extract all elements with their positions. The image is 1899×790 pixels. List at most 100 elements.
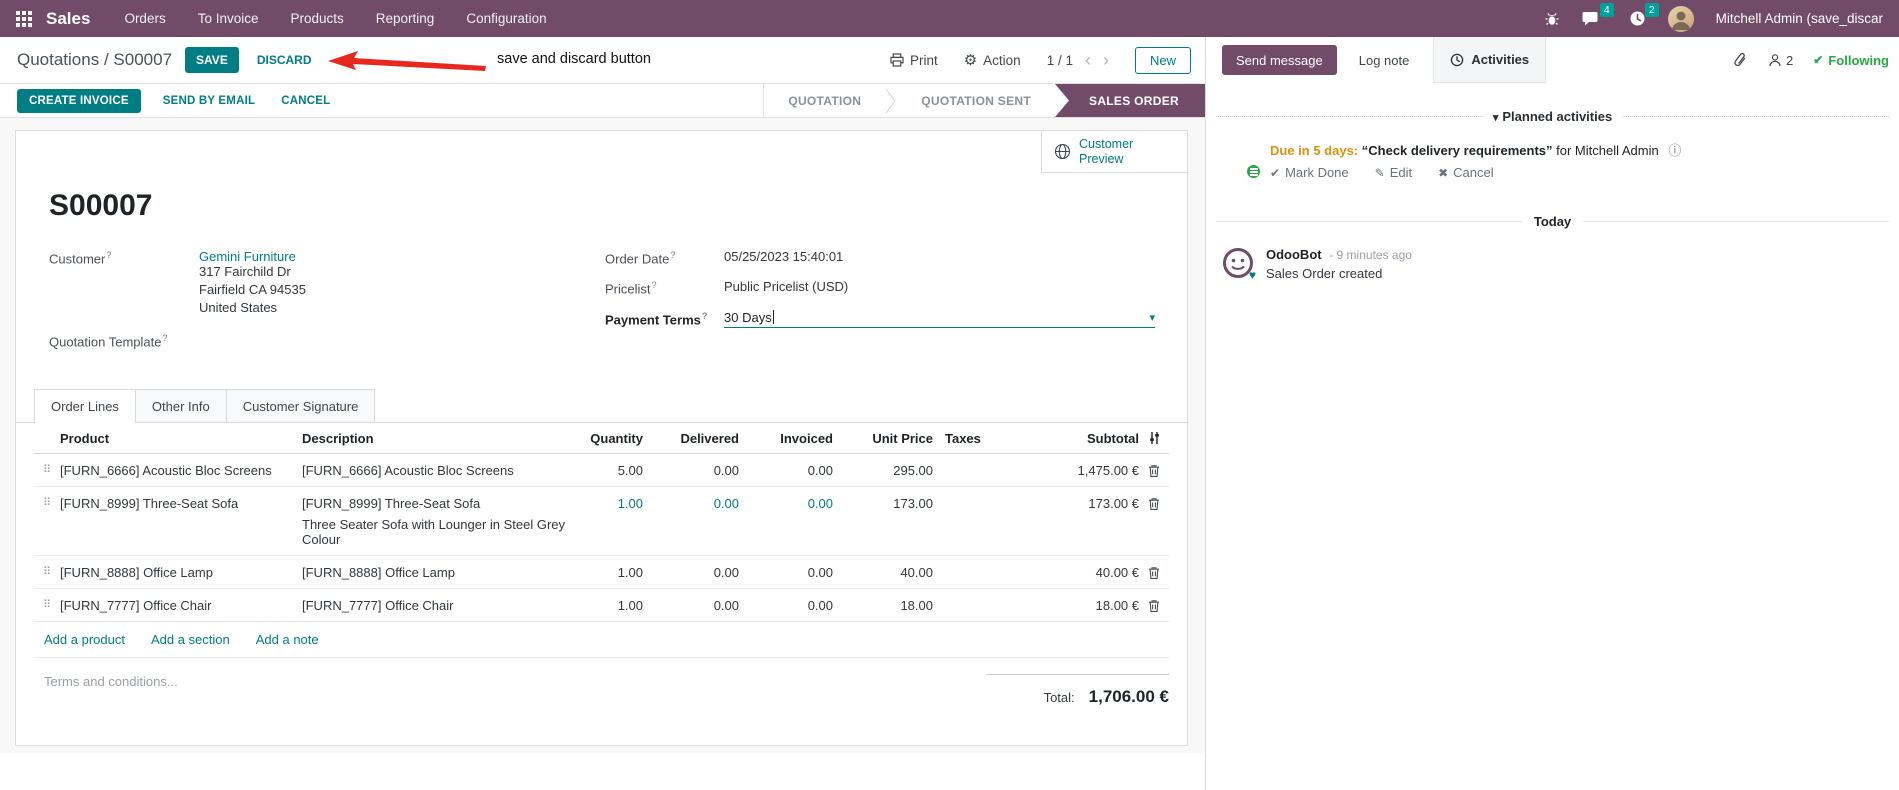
tab-order-lines[interactable]: Order Lines (34, 389, 136, 425)
activity-assignee: for Mitchell Admin (1556, 143, 1659, 158)
cell-quantity[interactable]: 1.00 (571, 598, 643, 613)
paperclip-icon[interactable] (1733, 52, 1748, 68)
breadcrumb-quotations[interactable]: Quotations (17, 50, 99, 69)
cell-invoiced[interactable]: 0.00 (739, 598, 833, 613)
drag-handle-icon[interactable]: ⠿ (34, 496, 60, 511)
cell-product[interactable]: [FURN_6666] Acoustic Bloc Screens (60, 463, 302, 478)
delete-row-icon[interactable] (1139, 598, 1169, 613)
drag-handle-icon[interactable]: ⠿ (34, 565, 60, 580)
form-sheet: Customer Preview S00007 Customer? Gemini … (15, 130, 1188, 746)
chevron-down-icon[interactable]: ▾ (1149, 311, 1155, 324)
cell-product[interactable]: [FURN_7777] Office Chair (60, 598, 302, 613)
cancel-button[interactable]: CANCEL (281, 95, 330, 107)
nav-menu-configuration[interactable]: Configuration (466, 11, 546, 26)
customer-preview-button[interactable]: Customer Preview (1041, 131, 1187, 173)
message-author[interactable]: OdooBot (1266, 247, 1322, 262)
order-date-value[interactable]: 05/25/2023 15:40:01 (724, 249, 843, 266)
add-a-section-link[interactable]: Add a section (151, 632, 230, 647)
cell-unit-price[interactable]: 295.00 (833, 463, 933, 478)
cell-delivered[interactable]: 0.00 (643, 496, 739, 511)
user-menu[interactable]: Mitchell Admin (save_discar (1716, 11, 1883, 26)
cell-description[interactable]: [FURN_7777] Office Chair (302, 598, 571, 613)
debug-bug-icon[interactable] (1544, 11, 1560, 27)
nav-menu-products[interactable]: Products (291, 11, 344, 26)
send-message-button[interactable]: Send message (1222, 45, 1337, 75)
cell-invoiced[interactable]: 0.00 (739, 565, 833, 580)
activity-clock-icon[interactable]: 2 (1629, 3, 1659, 27)
cell-delivered[interactable]: 0.00 (643, 463, 739, 478)
app-name[interactable]: Sales (46, 9, 90, 29)
save-button[interactable]: SAVE (185, 47, 239, 73)
activity-avatar[interactable] (1222, 140, 1262, 180)
user-avatar[interactable] (1667, 5, 1694, 32)
order-line-row[interactable]: ⠿ [FURN_8999] Three-Seat Sofa [FURN_8999] … (34, 487, 1169, 557)
drag-handle-icon[interactable]: ⠿ (34, 463, 60, 478)
state-sales-order[interactable]: SALES ORDER (1055, 84, 1205, 117)
state-quotation-sent[interactable]: QUOTATION SENT (897, 84, 1055, 117)
cell-product[interactable]: [FURN_8888] Office Lamp (60, 565, 302, 580)
send-by-email-button[interactable]: SEND BY EMAIL (163, 95, 255, 107)
pager-previous-icon[interactable]: ‹ (1085, 51, 1091, 69)
optional-columns-icon[interactable] (1139, 431, 1169, 445)
drag-handle-icon[interactable]: ⠿ (34, 598, 60, 613)
tab-customer-signature[interactable]: Customer Signature (226, 389, 376, 424)
cell-unit-price[interactable]: 40.00 (833, 565, 933, 580)
message-body: Sales Order created (1266, 266, 1383, 281)
log-note-button[interactable]: Log note (1359, 37, 1410, 83)
cell-description[interactable]: [FURN_6666] Acoustic Bloc Screens (302, 463, 571, 478)
customer-link[interactable]: Gemini Furniture (199, 249, 306, 264)
cell-description[interactable]: [FURN_8888] Office Lamp (302, 565, 571, 580)
cell-quantity[interactable]: 1.00 (571, 496, 643, 511)
terms-and-conditions-field[interactable]: Terms and conditions... (44, 674, 178, 707)
print-button[interactable]: Print (890, 53, 938, 68)
nav-menu-reporting[interactable]: Reporting (376, 11, 435, 26)
payment-terms-field[interactable]: 30 Days ▾ (724, 310, 1155, 328)
activities-tab[interactable]: Activities (1433, 37, 1547, 83)
following-button[interactable]: ✔ Following (1813, 53, 1889, 68)
column-header-product: Product (60, 431, 110, 447)
activity-due: Due in 5 days: (1270, 143, 1359, 158)
order-line-row[interactable]: ⠿ [FURN_7777] Office Chair [FURN_7777] Off… (34, 589, 1169, 623)
order-line-row[interactable]: ⠿ [FURN_6666] Acoustic Bloc Screens [FURN_… (34, 454, 1169, 488)
cell-quantity[interactable]: 1.00 (571, 565, 643, 580)
cancel-activity-button[interactable]: ✖ Cancel (1438, 165, 1494, 180)
cell-delivered[interactable]: 0.00 (643, 565, 739, 580)
delete-row-icon[interactable] (1139, 496, 1169, 511)
discard-button[interactable]: DISCARD (257, 53, 312, 67)
cell-unit-price[interactable]: 173.00 (833, 496, 933, 511)
customer-address: 317 Fairchild Dr Fairfield CA 94535 Unit… (199, 264, 306, 315)
cell-unit-price[interactable]: 18.00 (833, 598, 933, 613)
pricelist-value[interactable]: Public Pricelist (USD) (724, 279, 848, 296)
add-a-product-link[interactable]: Add a product (44, 632, 125, 647)
nav-menu-orders[interactable]: Orders (124, 11, 165, 26)
cell-quantity[interactable]: 5.00 (571, 463, 643, 478)
info-icon[interactable]: ⓘ (1668, 143, 1681, 158)
followers-button[interactable]: 2 (1768, 53, 1793, 68)
cell-description[interactable]: [FURN_8999] Three-Seat Sofa Three Seater … (302, 496, 571, 547)
cell-invoiced[interactable]: 0.00 (739, 496, 833, 511)
cell-delivered[interactable]: 0.00 (643, 598, 739, 613)
mark-done-button[interactable]: ✔ Mark Done (1270, 165, 1349, 180)
table-header: Product Description Quantity Delivered Invoi… (34, 423, 1169, 455)
tab-other-info[interactable]: Other Info (135, 389, 227, 424)
delete-row-icon[interactable] (1139, 463, 1169, 478)
odoobot-avatar[interactable]: ♥ (1222, 247, 1256, 282)
order-line-row[interactable]: ⠿ [FURN_8888] Office Lamp [FURN_8888] Offi… (34, 556, 1169, 590)
add-a-note-link[interactable]: Add a note (256, 632, 319, 647)
action-button[interactable]: ⚙ Action (964, 53, 1021, 68)
clock-icon (1451, 53, 1464, 66)
cell-invoiced[interactable]: 0.00 (739, 463, 833, 478)
nav-menu-to-invoice[interactable]: To Invoice (198, 11, 259, 26)
messages-icon[interactable]: 4 (1582, 3, 1614, 27)
pager-next-icon[interactable]: › (1103, 51, 1109, 69)
delete-row-icon[interactable] (1139, 565, 1169, 580)
statusbar: CREATE INVOICE SEND BY EMAIL CANCEL QUOTAT… (0, 83, 1205, 118)
cell-product[interactable]: [FURN_8999] Three-Seat Sofa (60, 496, 302, 511)
apps-menu-icon[interactable] (16, 10, 32, 27)
planned-activities-separator[interactable]: ▾ Planned activities (1216, 109, 1890, 124)
caret-down-icon: ▾ (1492, 112, 1499, 124)
state-quotation[interactable]: QUOTATION (764, 84, 885, 117)
new-button[interactable]: New (1134, 46, 1191, 74)
edit-activity-button[interactable]: ✎ Edit (1375, 165, 1412, 180)
create-invoice-button[interactable]: CREATE INVOICE (17, 88, 141, 113)
